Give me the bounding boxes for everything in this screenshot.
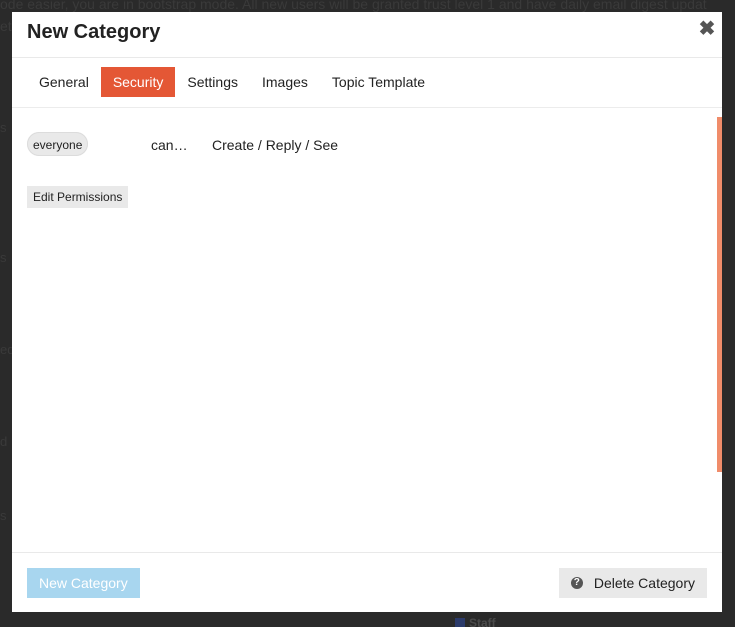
question-circle-icon: ? <box>570 577 583 589</box>
scrollbar[interactable] <box>717 117 722 472</box>
new-category-modal: New Category ✖ General Security Settings… <box>12 12 722 612</box>
close-icon[interactable]: ✖ <box>698 19 716 39</box>
group-badge-everyone[interactable]: everyone <box>27 132 89 156</box>
background-banner-text-2: et <box>0 18 12 34</box>
security-panel: everyone can… Create / Reply / See Edit … <box>12 108 722 552</box>
tab-general[interactable]: General <box>27 67 101 97</box>
edit-permissions-button[interactable]: Edit Permissions <box>27 186 129 208</box>
new-category-button[interactable]: New Category <box>27 568 140 598</box>
tab-topic-template[interactable]: Topic Template <box>320 67 437 97</box>
background-fragment: s <box>0 120 7 135</box>
permission-can-label: can… <box>151 137 188 153</box>
permission-types: Create / Reply / See <box>212 137 339 153</box>
modal-title: New Category <box>27 21 161 43</box>
tab-security[interactable]: Security <box>100 67 176 97</box>
background-banner-text: ode easier, you are in bootstrap mode. A… <box>0 0 707 12</box>
modal-header: New Category ✖ <box>12 12 722 58</box>
category-tabs: General Security Settings Images Topic T… <box>27 67 437 97</box>
background-fragment: s <box>0 250 7 265</box>
delete-category-label: Delete Category <box>593 575 695 591</box>
tab-settings[interactable]: Settings <box>175 67 250 97</box>
background-fragment: s <box>0 508 7 523</box>
permission-row: everyone can… Create / Reply / See <box>27 132 427 158</box>
tab-images[interactable]: Images <box>250 67 320 97</box>
modal-footer: New Category ? Delete Category <box>12 552 722 613</box>
background-staff-label: Staff <box>455 616 496 627</box>
background-fragment: d <box>0 434 8 449</box>
delete-category-button[interactable]: ? Delete Category <box>558 568 707 598</box>
